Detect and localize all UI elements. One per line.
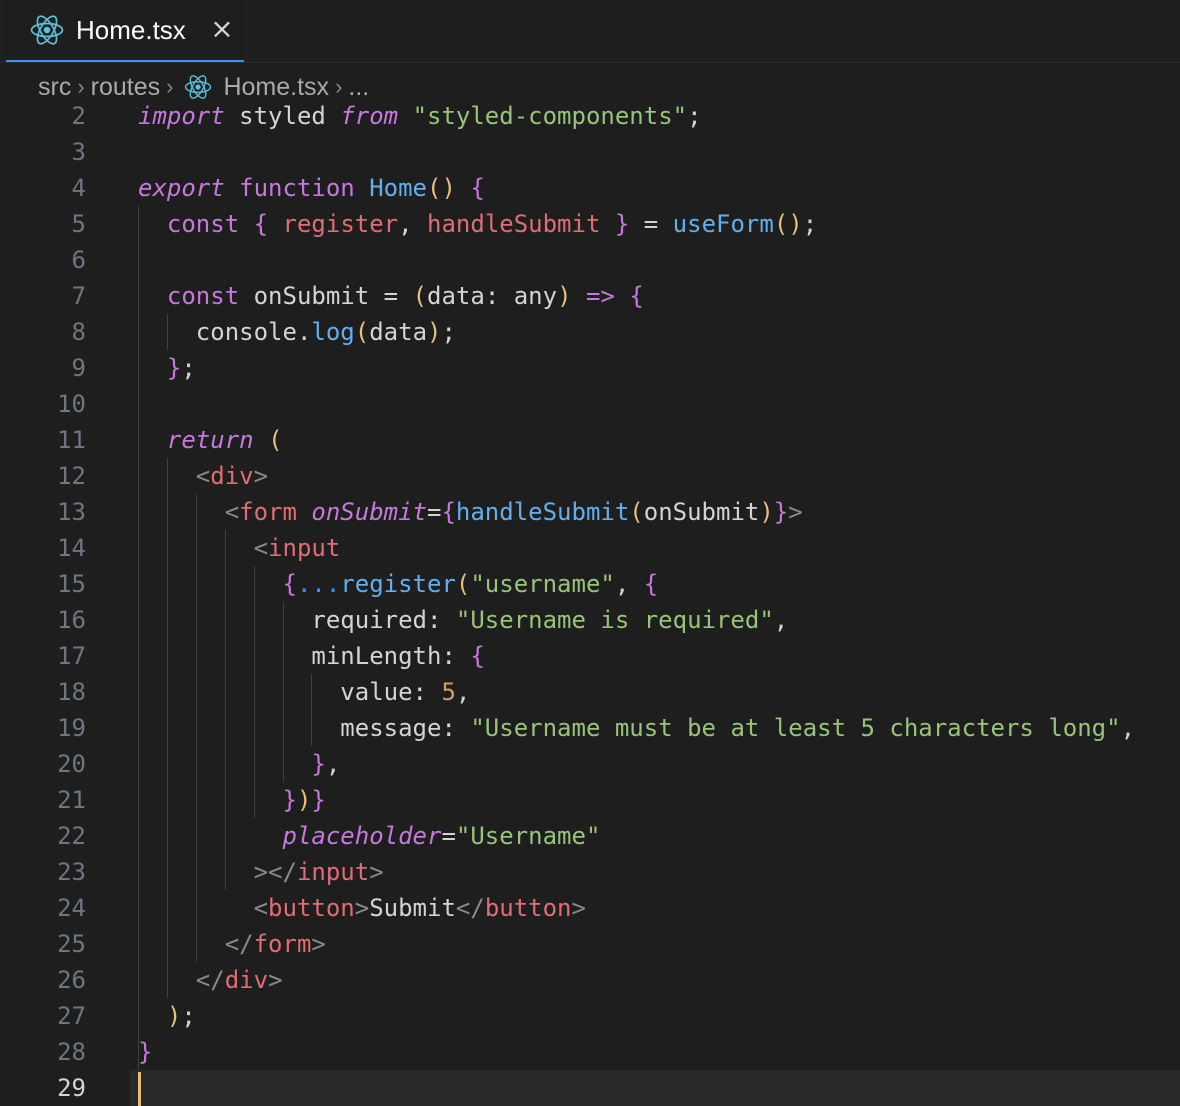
code-line[interactable]: 8 console.log(data);: [0, 314, 1180, 350]
code-line[interactable]: 26 </div>: [0, 962, 1180, 998]
code-line[interactable]: 2 import styled from "styled-components";: [0, 98, 1180, 134]
line-number: 28: [57, 1038, 86, 1066]
chevron-right-icon: ›: [166, 74, 174, 99]
code-line[interactable]: 24 <button>Submit</button>: [0, 890, 1180, 926]
line-number: 10: [57, 390, 86, 418]
line-number: 8: [71, 318, 86, 346]
code-line[interactable]: 28}: [0, 1034, 1180, 1070]
editor-tab-bar: Home.tsx ×: [0, 0, 1180, 63]
code-line[interactable]: 6: [0, 242, 1180, 278]
code-line[interactable]: 22 placeholder="Username": [0, 818, 1180, 854]
code-text: <input: [253, 534, 341, 562]
code-text: },: [311, 750, 341, 778]
line-number: 7: [71, 282, 86, 310]
line-number: 11: [57, 426, 86, 454]
line-number: 25: [57, 930, 86, 958]
code-line[interactable]: 29: [0, 1070, 1180, 1106]
line-number: 17: [57, 642, 86, 670]
code-text: ></input>: [253, 858, 384, 886]
code-text: import styled from "styled-components";: [138, 102, 702, 130]
code-text: console.log(data);: [195, 318, 456, 346]
code-text: {...register("username", {: [282, 570, 659, 598]
code-text: const { register, handleSubmit } = useFo…: [166, 210, 818, 238]
code-editor[interactable]: 2 import styled from "styled-components";…: [0, 98, 1180, 1106]
code-text: );: [166, 1002, 196, 1030]
code-line[interactable]: 11 return (: [0, 422, 1180, 458]
code-text: minLength: {: [311, 642, 485, 670]
code-text: required: "Username is required",: [311, 606, 789, 634]
line-number: 27: [57, 1002, 86, 1030]
tab-home-tsx[interactable]: Home.tsx ×: [6, 0, 244, 62]
code-text: }: [138, 1038, 153, 1066]
code-line[interactable]: 25 </form>: [0, 926, 1180, 962]
line-number: 12: [57, 462, 86, 490]
code-line[interactable]: 27 );: [0, 998, 1180, 1034]
code-line[interactable]: 18 value: 5,: [0, 674, 1180, 710]
tab-title: Home.tsx: [76, 15, 186, 45]
code-text: </form>: [224, 930, 326, 958]
line-number: 24: [57, 894, 86, 922]
code-line[interactable]: 23 ></input>: [0, 854, 1180, 890]
code-text: const onSubmit = (data: any) => {: [166, 282, 644, 310]
code-text: })}: [282, 786, 326, 814]
code-line[interactable]: 9 };: [0, 350, 1180, 386]
code-line[interactable]: 12 <div>: [0, 458, 1180, 494]
code-text: <button>Submit</button>: [253, 894, 586, 922]
line-number: 21: [57, 786, 86, 814]
line-number: 22: [57, 822, 86, 850]
line-number: 14: [57, 534, 86, 562]
line-number: 15: [57, 570, 86, 598]
line-number: 6: [71, 246, 86, 274]
code-text: placeholder="Username": [282, 822, 601, 850]
line-number: 9: [71, 354, 86, 382]
code-line[interactable]: 15 {...register("username", {: [0, 566, 1180, 602]
line-number: 3: [71, 138, 86, 166]
line-number: 26: [57, 966, 86, 994]
code-line[interactable]: 21 })}: [0, 782, 1180, 818]
code-text: <div>: [195, 462, 269, 490]
code-text: </div>: [195, 966, 283, 994]
chevron-right-icon: ›: [335, 74, 343, 99]
code-line[interactable]: 5 const { register, handleSubmit } = use…: [0, 206, 1180, 242]
code-text: };: [166, 354, 196, 382]
code-line[interactable]: 7 const onSubmit = (data: any) => {: [0, 278, 1180, 314]
code-line[interactable]: 14 <input: [0, 530, 1180, 566]
code-line[interactable]: 17 minLength: {: [0, 638, 1180, 674]
code-line[interactable]: 20 },: [0, 746, 1180, 782]
code-text: value: 5,: [340, 678, 471, 706]
code-line[interactable]: 3: [0, 134, 1180, 170]
code-line[interactable]: 4 export function Home() {: [0, 170, 1180, 206]
line-number: 19: [57, 714, 86, 742]
react-icon: [185, 75, 212, 99]
code-line[interactable]: 16 required: "Username is required",: [0, 602, 1180, 638]
close-icon[interactable]: ×: [206, 12, 238, 46]
line-number: 18: [57, 678, 86, 706]
line-number: 29: [57, 1074, 86, 1102]
code-line[interactable]: 19 message: "Username must be at least 5…: [0, 710, 1180, 746]
line-number: 23: [57, 858, 86, 886]
code-line[interactable]: 13 <form onSubmit={handleSubmit(onSubmit…: [0, 494, 1180, 530]
line-number: 2: [71, 102, 86, 130]
code-text: return (: [166, 426, 283, 454]
code-text: message: "Username must be at least 5 ch…: [340, 714, 1136, 742]
code-line[interactable]: 10: [0, 386, 1180, 422]
chevron-right-icon: ›: [77, 74, 85, 99]
code-text: <form onSubmit={handleSubmit(onSubmit)}>: [224, 498, 803, 526]
line-number: 5: [71, 210, 86, 238]
line-number: 13: [57, 498, 86, 526]
code-text: export function Home() {: [138, 174, 485, 202]
line-number: 20: [57, 750, 86, 778]
line-number: 4: [71, 174, 86, 202]
line-number: 16: [57, 606, 86, 634]
react-icon: [30, 15, 64, 45]
